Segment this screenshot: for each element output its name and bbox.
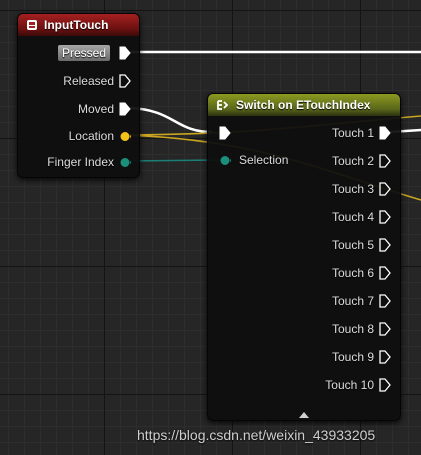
touch-label: Touch 2: [331, 154, 374, 168]
exec-pin-filled-icon[interactable]: [219, 126, 231, 140]
input-touch-title: InputTouch: [44, 18, 109, 32]
pin-touch-10[interactable]: Touch 10: [325, 376, 391, 394]
pin-selection[interactable]: Selection: [220, 151, 288, 169]
moved-exec-wire: [129, 106, 213, 134]
touch-label: Touch 3: [331, 182, 374, 196]
pin-touch-4[interactable]: Touch 4: [332, 208, 391, 226]
pin-moved[interactable]: Moved: [78, 100, 131, 118]
touch-label: Touch 8: [331, 322, 374, 336]
pin-touch-7[interactable]: Touch 7: [332, 292, 391, 310]
enum-pin-icon[interactable]: [120, 157, 131, 168]
pin-touch-9[interactable]: Touch 9: [332, 348, 391, 366]
exec-pin-empty-icon[interactable]: [379, 378, 391, 392]
pin-touch-1[interactable]: Touch 1: [332, 124, 391, 142]
switch-on-etouchindex-node[interactable]: Switch on ETouchIndex Selection Touch 1 …: [207, 93, 401, 421]
exec-pin-empty-icon[interactable]: [119, 74, 131, 88]
exec-pin-empty-icon[interactable]: [379, 294, 391, 308]
pin-pressed[interactable]: Pressed: [57, 44, 131, 62]
exec-pin-filled-icon[interactable]: [119, 102, 131, 116]
selection-label: Selection: [239, 153, 289, 167]
exec-pin-empty-icon[interactable]: [379, 154, 391, 168]
exec-pin-empty-icon[interactable]: [379, 322, 391, 336]
touch-label: Touch 1: [331, 126, 374, 140]
pin-touch-2[interactable]: Touch 2: [332, 152, 391, 170]
touch-label: Touch 4: [331, 210, 374, 224]
exec-pin-empty-icon[interactable]: [379, 210, 391, 224]
input-touch-node[interactable]: InputTouch Pressed Released Moved Locati…: [17, 13, 140, 178]
switch-header[interactable]: Switch on ETouchIndex: [208, 94, 400, 116]
switch-title: Switch on ETouchIndex: [236, 98, 371, 112]
enum-pin-icon[interactable]: [220, 155, 231, 166]
touch-label: Touch 7: [331, 294, 374, 308]
exec-pin-filled-icon[interactable]: [119, 46, 131, 60]
event-icon: [26, 19, 38, 31]
exec-pin-empty-icon[interactable]: [379, 266, 391, 280]
touch-label: Touch 5: [331, 238, 374, 252]
pin-touch-5[interactable]: Touch 5: [332, 236, 391, 254]
exec-pin-filled-icon[interactable]: [379, 126, 391, 140]
pin-touch-3[interactable]: Touch 3: [332, 180, 391, 198]
vector-pin-icon[interactable]: [120, 131, 131, 142]
advanced-display-toggle[interactable]: [296, 406, 312, 419]
pin-exec-in[interactable]: [219, 124, 237, 142]
exec-pin-empty-icon[interactable]: [379, 350, 391, 364]
pin-finger-index[interactable]: Finger Index: [47, 153, 131, 171]
touch-label: Touch 6: [331, 266, 374, 280]
touch-label: Touch 9: [331, 350, 374, 364]
pin-touch-8[interactable]: Touch 8: [332, 320, 391, 338]
pin-touch-6[interactable]: Touch 6: [332, 264, 391, 282]
expand-arrow-icon[interactable]: [296, 409, 312, 419]
moved-label: Moved: [77, 102, 114, 116]
switch-icon: [216, 99, 230, 111]
exec-pin-empty-icon[interactable]: [379, 238, 391, 252]
finger-index-label: Finger Index: [47, 155, 114, 169]
pin-location[interactable]: Location: [69, 127, 131, 145]
pressed-label: Pressed: [57, 45, 110, 61]
touch-label: Touch 10: [325, 378, 374, 392]
location-label: Location: [68, 129, 114, 143]
input-touch-header[interactable]: InputTouch: [18, 14, 139, 36]
released-label: Released: [63, 74, 114, 88]
watermark: https://blog.csdn.net/weixin_43933205: [137, 427, 376, 443]
exec-pin-empty-icon[interactable]: [379, 182, 391, 196]
pin-released[interactable]: Released: [63, 72, 131, 90]
